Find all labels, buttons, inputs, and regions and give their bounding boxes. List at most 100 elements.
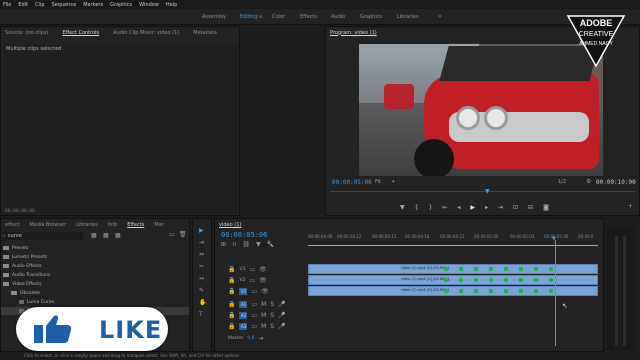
workspace-editing[interactable]: Editing: [240, 14, 257, 20]
timeline-playhead[interactable]: [555, 240, 556, 346]
slip-tool-icon[interactable]: ↔: [199, 275, 204, 282]
track-target-a2[interactable]: A2: [239, 312, 248, 319]
track-target-a1[interactable]: A1: [239, 301, 248, 308]
tab-audio-clip-mixer[interactable]: Audio Clip Mixer: video (1): [113, 30, 179, 36]
mic-icon[interactable]: 🎤: [278, 312, 285, 319]
menu-help[interactable]: Help: [166, 2, 177, 8]
eye-icon[interactable]: 👁: [261, 288, 269, 295]
track-target-v1[interactable]: V1: [239, 288, 248, 295]
solo-icon[interactable]: S: [270, 323, 274, 330]
ripple-edit-tool-icon[interactable]: ⇔: [199, 251, 204, 258]
sync-icon[interactable]: ▭: [251, 323, 257, 330]
step-back-icon[interactable]: ◂: [457, 204, 460, 211]
tab-info[interactable]: Info: [108, 222, 117, 228]
tree-audio-effects[interactable]: Audio Effects: [3, 262, 42, 270]
lock-icon[interactable]: 🔒: [228, 301, 235, 308]
timeline-timecode[interactable]: 00:00:05:06: [221, 231, 267, 239]
workspace-graphics[interactable]: Graphics: [360, 14, 382, 20]
yuv-effects-icon[interactable]: ▦: [115, 232, 121, 239]
go-to-out-icon[interactable]: ⇥: [498, 204, 503, 211]
tab-source[interactable]: Source: (no clips): [5, 30, 48, 36]
sync-icon[interactable]: ▭: [251, 301, 257, 308]
solo-icon[interactable]: S: [270, 312, 274, 319]
menu-sequence[interactable]: Sequence: [52, 2, 77, 8]
insert-icon[interactable]: ⊡: [513, 204, 518, 211]
step-forward-icon[interactable]: ▸: [485, 204, 488, 211]
tree-obsolete[interactable]: Obsolete: [11, 289, 40, 297]
like-badge[interactable]: LIKE: [16, 307, 168, 351]
tree-luma-curve[interactable]: Luma Curve: [19, 298, 54, 306]
tab-markers[interactable]: Mar: [154, 222, 163, 228]
go-to-end-icon[interactable]: ⇥: [259, 335, 264, 342]
menu-graphics[interactable]: Graphics: [110, 2, 132, 8]
workspace-libraries[interactable]: Libraries: [397, 14, 419, 20]
overwrite-icon[interactable]: ⊟: [528, 204, 533, 211]
sync-icon[interactable]: ▭: [251, 288, 257, 295]
add-button-icon[interactable]: +: [628, 203, 633, 210]
fit-select[interactable]: Fit: [375, 179, 381, 185]
sync-icon[interactable]: ▭: [251, 312, 257, 319]
delete-icon[interactable]: 🗑: [179, 231, 187, 238]
track-select-tool-icon[interactable]: ⇥: [199, 239, 204, 246]
razor-tool-icon[interactable]: ✂: [199, 263, 204, 270]
wrench-icon[interactable]: ⚙: [586, 178, 591, 185]
program-playhead-icon[interactable]: ▼: [485, 188, 490, 195]
program-scrub-bar[interactable]: [330, 191, 635, 192]
in-point-icon[interactable]: {: [415, 204, 419, 211]
workspace-effects[interactable]: Effects: [300, 14, 317, 20]
nest-icon[interactable]: ⊞: [221, 241, 226, 248]
track-target-a3[interactable]: A3: [239, 323, 248, 330]
chevron-down-icon[interactable]: ▾: [392, 179, 395, 185]
solo-icon[interactable]: S: [270, 301, 274, 308]
timeline-settings-icon[interactable]: 🔧: [267, 241, 274, 248]
tab-effect-controls[interactable]: Effect Controls: [62, 30, 99, 36]
eye-icon[interactable]: 👁: [259, 277, 267, 284]
menu-lines-icon[interactable]: ≡: [258, 13, 263, 20]
lock-icon[interactable]: 🔒: [228, 312, 235, 319]
menu-edit[interactable]: Edit: [18, 2, 28, 8]
go-to-in-icon[interactable]: ⇤: [442, 204, 447, 211]
menu-markers[interactable]: Markers: [83, 2, 103, 8]
pen-tool-icon[interactable]: ✎: [199, 287, 204, 294]
hand-tool-icon[interactable]: ✋: [199, 299, 206, 306]
workspace-assembly[interactable]: Assembly: [202, 14, 226, 20]
tab-effect[interactable]: effect: [5, 222, 19, 228]
type-tool-icon[interactable]: T: [199, 311, 203, 318]
menu-window[interactable]: Window: [139, 2, 159, 8]
tab-libraries[interactable]: Libraries: [76, 222, 98, 228]
menu-clip[interactable]: Clip: [35, 2, 44, 8]
32bit-effects-icon[interactable]: ▦: [103, 232, 109, 239]
new-bin-icon[interactable]: ▭: [169, 231, 175, 238]
mute-icon[interactable]: M: [261, 323, 266, 330]
tab-media-browser[interactable]: Media Browser: [29, 222, 66, 228]
workspace-audio[interactable]: Audio: [331, 14, 345, 20]
eye-icon[interactable]: 👁: [259, 266, 267, 273]
menu-file[interactable]: File: [3, 2, 11, 8]
more-workspaces-icon[interactable]: »: [438, 13, 442, 20]
tab-timeline-sequence[interactable]: video (1): [219, 222, 241, 228]
program-title[interactable]: Program: video (1): [330, 30, 377, 36]
play-icon[interactable]: ▶: [470, 204, 475, 211]
resolution-select[interactable]: 1/2: [558, 179, 566, 185]
mic-icon[interactable]: 🎤: [278, 323, 285, 330]
sync-icon[interactable]: ▭: [249, 266, 255, 273]
selection-tool-icon[interactable]: ▶: [199, 227, 204, 234]
camera-icon[interactable]: ◙: [543, 204, 549, 211]
effects-search-input[interactable]: ⌕ curve: [3, 232, 83, 240]
master-volume[interactable]: 0.0: [247, 336, 254, 341]
add-marker-icon[interactable]: ▼: [256, 241, 261, 248]
tree-presets[interactable]: Presets: [3, 244, 28, 252]
lock-icon[interactable]: 🔒: [228, 266, 235, 273]
marker-icon[interactable]: ▼: [400, 204, 405, 211]
workspace-color[interactable]: Color: [272, 14, 285, 20]
tree-lumetri-presets[interactable]: Lumetri Presets: [3, 253, 47, 261]
playhead-handle-icon[interactable]: ▼: [552, 236, 556, 242]
out-point-icon[interactable]: }: [428, 204, 432, 211]
program-timecode[interactable]: 00:00:05:06: [332, 179, 372, 186]
tree-audio-transitions[interactable]: Audio Transitions: [3, 271, 50, 279]
mic-icon[interactable]: 🎤: [278, 301, 285, 308]
lock-icon[interactable]: 🔒: [228, 323, 235, 330]
accelerated-effects-icon[interactable]: ▦: [91, 232, 97, 239]
sync-icon[interactable]: ▭: [249, 277, 255, 284]
snap-icon[interactable]: ∩: [232, 241, 236, 248]
